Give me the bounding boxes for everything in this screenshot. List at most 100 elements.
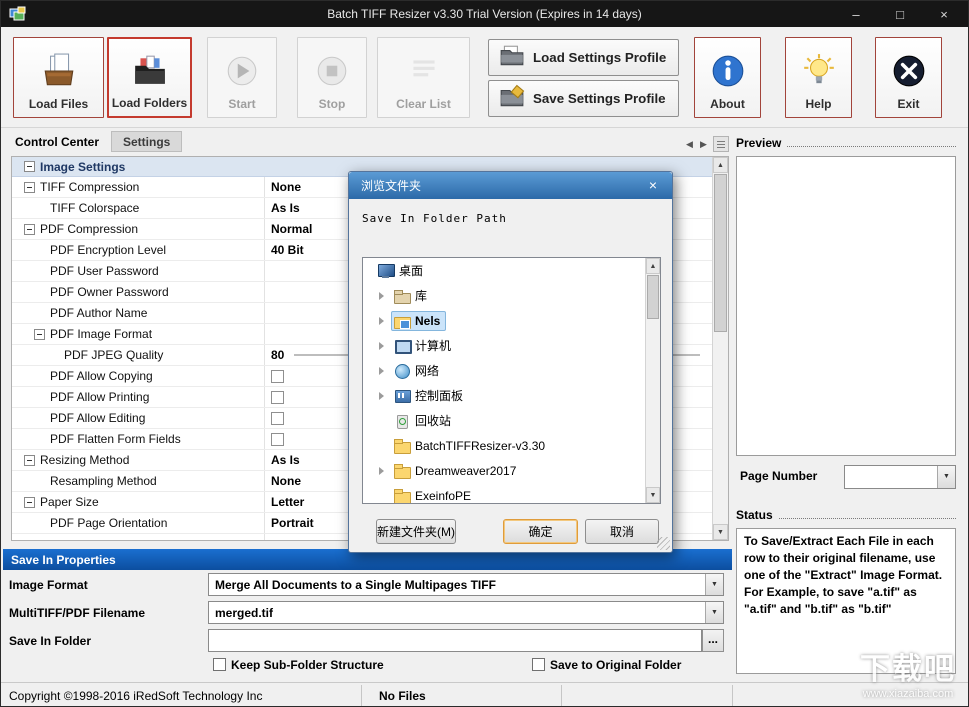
tab-scroll-right-icon[interactable]: ▶ <box>697 137 710 152</box>
clear-list-button[interactable]: Clear List <box>377 37 470 118</box>
expand-arrow-icon[interactable] <box>377 341 387 351</box>
tree-item[interactable]: 库 <box>363 283 645 308</box>
save-in-folder-input[interactable] <box>208 629 702 652</box>
browse-button[interactable]: ... <box>702 629 724 652</box>
tree-item-core[interactable]: BatchTIFFResizer-v3.30 <box>391 436 551 456</box>
tree-item-core[interactable]: ExeinfoPE <box>391 486 477 503</box>
setting-value[interactable]: None <box>271 474 301 488</box>
load-folders-label: Load Folders <box>111 96 188 110</box>
setting-label-cell: Resizing Method <box>12 450 265 470</box>
stop-button[interactable]: Stop <box>297 37 367 118</box>
collapse-box-icon[interactable] <box>24 223 35 235</box>
minimize-button[interactable]: – <box>848 7 864 22</box>
setting-value[interactable]: None <box>271 180 301 194</box>
folder-tree: 桌面 库 Nels 计算机 网络 控制面板 回收站 BatchTIFFResiz… <box>362 257 661 504</box>
scroll-down-icon[interactable]: ▼ <box>713 524 728 540</box>
setting-value[interactable]: 80 <box>271 348 284 362</box>
scroll-up-icon[interactable]: ▲ <box>713 157 728 173</box>
setting-value[interactable]: Portrait <box>271 516 314 530</box>
tree-scrollbar[interactable]: ▲ ▼ <box>645 258 660 503</box>
tab-control-center[interactable]: Control Center <box>15 132 105 153</box>
chevron-down-icon[interactable]: ▼ <box>705 602 723 623</box>
scroll-down-icon[interactable]: ▼ <box>646 487 660 503</box>
tree-item-core[interactable]: 库 <box>391 285 433 306</box>
checkbox[interactable] <box>271 390 284 404</box>
setting-value[interactable]: As Is <box>271 201 300 215</box>
collapse-box-icon[interactable] <box>24 181 35 193</box>
load-settings-profile-button[interactable]: Load Settings Profile <box>488 39 679 76</box>
collapse-box-icon[interactable] <box>24 161 35 172</box>
tree-item-core[interactable]: Dreamweaver2017 <box>391 461 522 481</box>
setting-label-cell: PDF Image Format <box>12 324 265 344</box>
collapse-box-icon[interactable] <box>34 328 45 340</box>
tree-item-core[interactable]: 回收站 <box>391 410 457 431</box>
status-label: Status <box>736 508 773 522</box>
load-folders-button[interactable]: Load Folders <box>107 37 192 118</box>
tab-scroll-left-icon[interactable]: ◀ <box>683 137 696 152</box>
cancel-button[interactable]: 取消 <box>585 519 659 544</box>
expand-arrow-icon[interactable] <box>377 466 387 476</box>
tab-settings[interactable]: Settings <box>111 131 183 152</box>
close-button[interactable]: × <box>936 7 952 22</box>
checkbox[interactable] <box>271 411 284 425</box>
new-folder-button[interactable]: 新建文件夹(M) <box>376 519 456 544</box>
image-format-select[interactable]: Merge All Documents to a Single Multipag… <box>208 573 724 596</box>
tree-item[interactable]: 网络 <box>363 358 645 383</box>
resize-grip[interactable] <box>657 537 670 550</box>
setting-value[interactable]: Normal <box>271 222 312 236</box>
tree-item[interactable]: ExeinfoPE <box>363 483 645 503</box>
scrollbar-thumb[interactable] <box>714 174 727 332</box>
tree-item-core[interactable]: Nels <box>391 310 447 331</box>
setting-value[interactable]: Letter <box>271 495 304 509</box>
expand-arrow-icon[interactable] <box>377 391 387 401</box>
chevron-down-icon[interactable]: ▼ <box>937 466 955 488</box>
tree-item-label: 计算机 <box>415 339 452 353</box>
setting-label: PDF Author Name <box>50 306 148 320</box>
save-settings-profile-button[interactable]: Save Settings Profile <box>488 80 679 117</box>
maximize-button[interactable]: □ <box>892 7 908 22</box>
collapse-box-icon[interactable] <box>24 454 35 466</box>
page-number-label: Page Number <box>740 469 818 483</box>
grid-menu-icon[interactable] <box>713 136 729 152</box>
tree-item-core[interactable]: 计算机 <box>391 335 457 356</box>
image-format-label: Image Format <box>9 578 88 592</box>
help-button[interactable]: Help <box>785 37 852 118</box>
setting-value[interactable]: 40 Bit <box>271 243 304 257</box>
tree-item-core[interactable]: 网络 <box>391 360 445 381</box>
tree-item[interactable]: 计算机 <box>363 333 645 358</box>
filename-select[interactable]: merged.tif ▼ <box>208 601 724 624</box>
dialog-title-bar[interactable]: 浏览文件夹 × <box>349 172 672 199</box>
tree-item[interactable]: Dreamweaver2017 <box>363 458 645 483</box>
checkbox[interactable] <box>271 432 284 446</box>
checkbox[interactable] <box>271 369 284 383</box>
tree-item[interactable]: 控制面板 <box>363 383 645 408</box>
tree-item-core[interactable]: 控制面板 <box>391 385 469 406</box>
tree-item[interactable]: Nels <box>363 308 645 333</box>
ok-button[interactable]: 确定 <box>503 519 578 544</box>
keep-subfolder-checkbox[interactable] <box>213 658 226 671</box>
dialog-close-icon[interactable]: × <box>644 176 662 194</box>
tree-item[interactable]: BatchTIFFResizer-v3.30 <box>363 433 645 458</box>
setting-value[interactable]: As Is <box>271 453 300 467</box>
scroll-up-icon[interactable]: ▲ <box>646 258 660 274</box>
scrollbar-thumb[interactable] <box>647 275 659 319</box>
exit-button[interactable]: Exit <box>875 37 942 118</box>
chevron-down-icon[interactable]: ▼ <box>705 574 723 595</box>
stop-icon <box>314 38 350 97</box>
expand-arrow-icon[interactable] <box>377 316 387 326</box>
save-original-checkbox[interactable] <box>532 658 545 671</box>
page-number-select[interactable]: ▼ <box>844 465 956 489</box>
start-button[interactable]: Start <box>207 37 277 118</box>
load-files-button[interactable]: Load Files <box>13 37 104 118</box>
tree-item-core[interactable]: 桌面 <box>375 260 429 281</box>
libraries-icon <box>394 288 411 304</box>
expand-arrow-icon[interactable] <box>377 291 387 301</box>
about-button[interactable]: About <box>694 37 761 118</box>
collapse-box-icon[interactable] <box>24 496 35 508</box>
load-settings-profile-label: Load Settings Profile <box>533 50 667 65</box>
tree-item[interactable]: 回收站 <box>363 408 645 433</box>
grid-scrollbar[interactable]: ▲ ▼ <box>712 157 728 540</box>
tree-item[interactable]: 桌面 <box>363 258 645 283</box>
expand-arrow-icon[interactable] <box>377 366 387 376</box>
status-help-text: To Save/Extract Each File in each row to… <box>736 528 956 674</box>
